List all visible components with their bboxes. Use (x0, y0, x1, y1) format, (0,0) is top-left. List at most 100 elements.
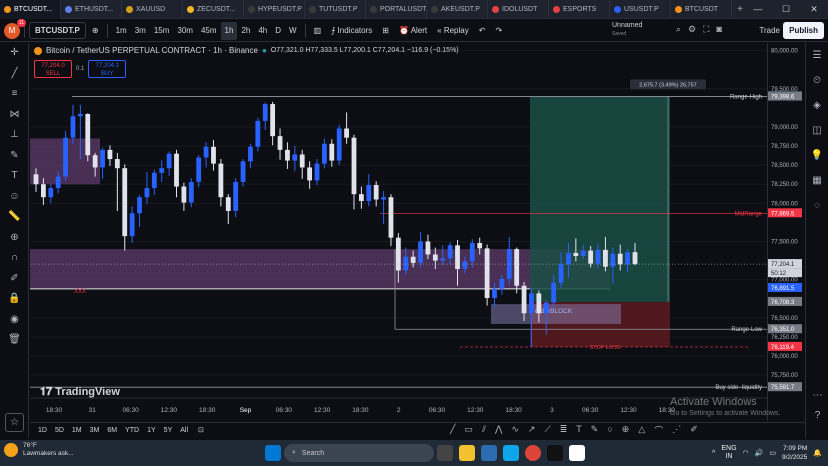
publish-button[interactable]: Publish (783, 22, 824, 39)
browser-tab[interactable]: BTCUSDT... (0, 0, 61, 19)
watchlist-icon[interactable]: ☰ (806, 43, 828, 68)
chat-icon[interactable]: ◫ (806, 118, 828, 143)
favorites-icon[interactable]: ☆ (5, 413, 24, 432)
add-symbol-icon[interactable]: ⊕ (88, 22, 103, 40)
interval-15m[interactable]: 15m (150, 22, 174, 40)
interval-1h[interactable]: 1h (220, 21, 238, 40)
tray-chevron-icon[interactable]: ^ (712, 450, 715, 457)
fullscreen-icon[interactable]: ⛶ (703, 24, 709, 35)
battery-icon[interactable]: ▭ (769, 449, 776, 457)
templates-icon[interactable]: ⊞ (378, 22, 393, 40)
text-tool-icon[interactable]: T (576, 424, 582, 437)
price-axis[interactable]: 80,000.00 79,500.00 79,000.00 78,750.00 78,5… (767, 43, 805, 421)
settings-icon[interactable]: ⚙ (688, 24, 696, 35)
replay-button[interactable]: « Replay (433, 22, 473, 40)
volume-icon[interactable]: 🔊 (755, 449, 764, 457)
range-6M[interactable]: 6M (103, 424, 121, 438)
camera-icon[interactable]: ◙ (716, 24, 721, 35)
range-5D[interactable]: 5D (51, 424, 68, 438)
interval-1m[interactable]: 1m (112, 22, 131, 40)
task-view-icon[interactable] (437, 445, 453, 461)
layout-name-button[interactable]: Unnamed Saved (612, 22, 642, 38)
polyline-tool-icon[interactable]: ⋰ (672, 424, 681, 437)
interval-4h[interactable]: 4h (254, 22, 271, 40)
redo-icon[interactable]: ↷ (491, 22, 506, 40)
browser-tab[interactable]: BTCUSDT (671, 0, 732, 19)
eye-icon[interactable]: ◉ (0, 310, 29, 331)
browser-tab[interactable]: ZECUSDT... (183, 0, 244, 19)
interval-3m[interactable]: 3m (131, 22, 150, 40)
pattern-icon[interactable]: ⋈ (0, 105, 29, 126)
range-3M[interactable]: 3M (86, 424, 104, 438)
zoom-in-icon[interactable]: ⊕ (0, 228, 29, 249)
range-1M[interactable]: 1M (68, 424, 86, 438)
ruler-icon[interactable]: 📏 (0, 207, 29, 228)
measure-tool-icon[interactable]: ⊕ (622, 424, 630, 437)
trash-icon[interactable]: 🗑 (0, 330, 29, 351)
alert-button[interactable]: ⏰ Alert (395, 22, 431, 40)
browser-tab[interactable]: PORTALUSDT (366, 0, 427, 19)
ray-tool-icon[interactable]: ⟋ (544, 424, 550, 437)
store-icon[interactable] (481, 445, 497, 461)
browser-tab[interactable]: AKEUSDT.P (427, 0, 488, 19)
browser-tab[interactable]: HYPEUSDT.P (244, 0, 305, 19)
clock[interactable]: 7:09 PM 9/2/2025 (782, 444, 807, 462)
lock-icon[interactable]: 🔒 (0, 289, 29, 310)
browser-tab[interactable]: IDOLUSDT (488, 0, 549, 19)
emoji-icon[interactable]: ☺ (0, 187, 29, 208)
close-icon[interactable]: ✕ (800, 0, 828, 19)
price-chart[interactable]: XXX2,675.7 (3.49%) 26,757orderBLOCKRange… (30, 43, 767, 421)
magnet-icon[interactable]: ∩ (0, 248, 29, 269)
help-icon[interactable]: ? (806, 403, 828, 428)
windows-start-icon[interactable] (265, 445, 281, 461)
curve-tool-icon[interactable]: ⌒ (654, 424, 663, 437)
fib-icon[interactable]: ≡ (0, 84, 29, 105)
interval-W[interactable]: W (285, 22, 301, 40)
range-5Y[interactable]: 5Y (160, 424, 177, 438)
range-YTD[interactable]: YTD (121, 424, 143, 438)
ideas-icon[interactable]: 💡 (806, 143, 828, 168)
interval-D[interactable]: D (271, 22, 285, 40)
text-icon[interactable]: T (0, 166, 29, 187)
triangle-tool-icon[interactable]: △ (638, 424, 645, 437)
interval-30m[interactable]: 30m (173, 22, 197, 40)
browser-tab[interactable]: ETHUSDT... (61, 0, 122, 19)
channel-tool-icon[interactable]: ⫽ (482, 424, 486, 437)
fib-tool-icon[interactable]: ≣ (560, 424, 568, 437)
range-1D[interactable]: 1D (34, 424, 51, 438)
browser-tab[interactable]: USUSDT.P (610, 0, 671, 19)
wifi-icon[interactable]: ◠ (743, 449, 749, 457)
path-tool-icon[interactable]: ∿ (511, 424, 519, 437)
date-range-icon[interactable]: ⊡ (194, 424, 208, 438)
forecast-icon[interactable]: ⊥ (0, 125, 29, 146)
browser-tab[interactable]: ESPORTS (549, 0, 610, 19)
circle-tool-icon[interactable]: ○ (607, 424, 612, 437)
calendar-icon[interactable]: ▦ (806, 168, 828, 193)
alerts-icon[interactable]: ⏲ (806, 68, 828, 93)
brush-icon[interactable]: ✎ (0, 146, 29, 167)
chart-pane[interactable]: XXX 2,675.7 (3.49%) 26,757 orderBLOCK Range… (30, 43, 767, 421)
browser-tab[interactable]: XAUUSD (122, 0, 183, 19)
buy-button[interactable]: 77,204.1 BUY (88, 60, 127, 78)
lock-drawing-icon[interactable]: ✐ (0, 269, 29, 290)
chart-type-icon[interactable]: ▥ (310, 22, 326, 40)
weather-widget[interactable]: 76°F Lawmakers ask... (4, 442, 74, 458)
pattern-tool-icon[interactable]: ⋀ (495, 424, 502, 437)
language-indicator[interactable]: ENG IN (721, 445, 736, 461)
sell-button[interactable]: 77,204.0 SELL (34, 60, 72, 78)
chrome-icon[interactable] (525, 445, 541, 461)
rectangle-tool-icon[interactable]: ▭ (464, 424, 473, 437)
interval-2h[interactable]: 2h (237, 22, 254, 40)
tradingview-app-icon[interactable] (569, 445, 585, 461)
interval-45m[interactable]: 45m (197, 22, 221, 40)
chart-title[interactable]: Bitcoin / TetherUS PERPETUAL CONTRACT · … (46, 46, 258, 55)
pen-tool-icon[interactable]: ✎ (591, 424, 599, 437)
minimize-icon[interactable]: — (744, 0, 772, 19)
maximize-icon[interactable]: ☐ (772, 0, 800, 19)
brush-tool-icon[interactable]: ✐ (690, 424, 698, 437)
taskbar-search[interactable]: ⌕ Search (284, 444, 434, 462)
indicators-button[interactable]: ⨍ Indicators (327, 22, 376, 40)
browser-tab[interactable]: TUTUSDT.P (305, 0, 366, 19)
range-1Y[interactable]: 1Y (143, 424, 160, 438)
object-tree-icon[interactable]: ◈ (806, 93, 828, 118)
